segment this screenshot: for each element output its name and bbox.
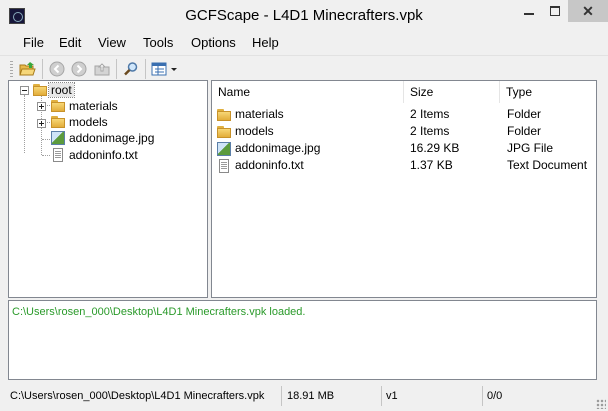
tree-item-label: materials bbox=[69, 99, 118, 113]
status-divider bbox=[482, 386, 483, 406]
status-divider bbox=[281, 386, 282, 406]
minimize-button[interactable] bbox=[516, 0, 542, 22]
folder-open-icon bbox=[32, 82, 48, 98]
menu-file[interactable]: File bbox=[23, 35, 44, 50]
file-name: models bbox=[235, 124, 274, 138]
text-file-icon bbox=[50, 147, 66, 163]
console-message: C:\Users\rosen_000\Desktop\L4D1 Minecraf… bbox=[12, 306, 306, 318]
tree-item-materials[interactable]: materials bbox=[50, 98, 118, 114]
console-output[interactable]: C:\Users\rosen_000\Desktop\L4D1 Minecraf… bbox=[8, 300, 597, 380]
tree-item-root[interactable]: root bbox=[32, 82, 75, 98]
tree-line bbox=[24, 95, 25, 153]
maximize-icon bbox=[550, 6, 560, 16]
column-header-type[interactable]: Type bbox=[500, 81, 596, 103]
file-type: Text Document bbox=[507, 158, 588, 172]
folder-icon bbox=[50, 114, 66, 130]
toolbar-grip[interactable] bbox=[10, 61, 13, 77]
tree-line bbox=[42, 155, 50, 156]
open-button[interactable] bbox=[18, 59, 38, 79]
folder-tree[interactable]: root materials models addonimage.jpg add… bbox=[8, 80, 208, 298]
tree-item-label: addoninfo.txt bbox=[69, 148, 138, 162]
file-type: Folder bbox=[507, 124, 542, 138]
column-header-name[interactable]: Name bbox=[212, 81, 404, 103]
menu-tools[interactable]: Tools bbox=[143, 35, 173, 50]
menu-options[interactable]: Options bbox=[191, 35, 236, 50]
close-icon: ✕ bbox=[582, 2, 594, 19]
file-name: addonimage.jpg bbox=[235, 141, 321, 155]
up-icon bbox=[94, 63, 110, 76]
tree-item-addoninfo[interactable]: addoninfo.txt bbox=[50, 147, 138, 163]
menu-bar: File Edit View Tools Options Help bbox=[0, 31, 608, 53]
status-version: v1 bbox=[386, 390, 398, 402]
menu-help[interactable]: Help bbox=[252, 35, 279, 50]
back-button[interactable] bbox=[47, 59, 67, 79]
file-size: 1.37 KB bbox=[410, 158, 453, 172]
tree-item-label: root bbox=[48, 82, 75, 98]
close-button[interactable]: ✕ bbox=[568, 0, 608, 22]
resize-grip[interactable] bbox=[596, 399, 606, 409]
maximize-button[interactable] bbox=[542, 0, 568, 22]
folder-icon bbox=[50, 98, 66, 114]
expand-materials-toggle[interactable] bbox=[37, 102, 46, 111]
column-header-size[interactable]: Size bbox=[404, 81, 500, 103]
text-file-icon bbox=[216, 158, 232, 174]
list-row[interactable]: addonimage.jpg 16.29 KB JPG File bbox=[212, 140, 596, 157]
find-icon bbox=[124, 62, 138, 76]
collapse-root-toggle[interactable] bbox=[20, 86, 29, 95]
view-mode-icon bbox=[151, 62, 177, 76]
toolbar-separator bbox=[145, 59, 146, 79]
file-type: Folder bbox=[507, 107, 542, 121]
menu-edit[interactable]: Edit bbox=[59, 35, 81, 50]
file-type: JPG File bbox=[507, 141, 554, 155]
file-name: materials bbox=[235, 107, 284, 121]
image-file-icon bbox=[50, 130, 66, 146]
forward-icon bbox=[71, 61, 87, 77]
tree-line bbox=[42, 139, 50, 140]
tree-item-label: models bbox=[69, 115, 108, 129]
minimize-icon bbox=[524, 13, 534, 15]
expand-models-toggle[interactable] bbox=[37, 119, 46, 128]
status-size: 18.91 MB bbox=[287, 390, 335, 402]
toolbar-separator bbox=[42, 59, 43, 79]
menu-view[interactable]: View bbox=[98, 35, 126, 50]
file-size: 2 Items bbox=[410, 124, 450, 138]
back-icon bbox=[49, 61, 65, 77]
image-file-icon bbox=[216, 141, 232, 157]
tree-item-label: addonimage.jpg bbox=[69, 131, 155, 145]
folder-icon bbox=[216, 124, 232, 140]
file-list[interactable]: Name Size Type materials 2 Items Folder … bbox=[211, 80, 597, 298]
status-path: C:\Users\rosen_000\Desktop\L4D1 Minecraf… bbox=[10, 390, 265, 402]
status-bar: C:\Users\rosen_000\Desktop\L4D1 Minecraf… bbox=[0, 383, 608, 411]
file-size: 16.29 KB bbox=[410, 141, 460, 155]
folder-icon bbox=[216, 107, 232, 123]
status-divider bbox=[381, 386, 382, 406]
file-name: addoninfo.txt bbox=[235, 158, 304, 172]
open-folder-icon bbox=[19, 62, 36, 76]
status-count: 0/0 bbox=[487, 390, 503, 402]
list-row[interactable]: addoninfo.txt 1.37 KB Text Document bbox=[212, 157, 596, 174]
title-bar: GCFScape - L4D1 Minecrafters.vpk ✕ bbox=[0, 0, 608, 31]
find-button[interactable] bbox=[121, 59, 141, 79]
tree-item-models[interactable]: models bbox=[50, 114, 108, 130]
file-size: 2 Items bbox=[410, 107, 450, 121]
view-mode-button[interactable] bbox=[150, 59, 180, 79]
list-row[interactable]: models 2 Items Folder bbox=[212, 123, 596, 140]
tree-item-addonimage[interactable]: addonimage.jpg bbox=[50, 130, 154, 146]
list-row[interactable]: materials 2 Items Folder bbox=[212, 106, 596, 123]
up-button[interactable] bbox=[92, 59, 112, 79]
toolbar bbox=[0, 55, 608, 81]
forward-button[interactable] bbox=[69, 59, 89, 79]
toolbar-separator bbox=[116, 59, 117, 79]
